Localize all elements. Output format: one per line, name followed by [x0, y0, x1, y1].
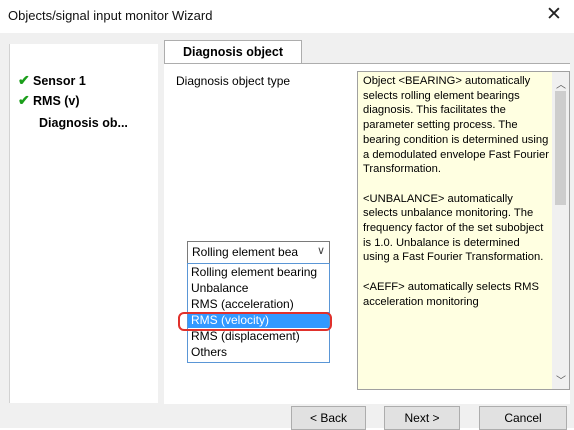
help-scrollbar[interactable]: ︿ ﹀ — [552, 72, 569, 389]
tab-diagnosis-object[interactable]: Diagnosis object — [164, 40, 302, 64]
check-icon: ✔ — [18, 72, 30, 88]
step-rms[interactable]: ✔ RMS (v) — [18, 92, 80, 110]
wizard-steps: ✔ Sensor 1 ✔ RMS (v) Diagnosis ob... — [9, 44, 158, 403]
option-others[interactable]: Others — [188, 344, 329, 360]
option-rolling-element-bearing[interactable]: Rolling element bearing — [188, 264, 329, 280]
help-textbox: Object <BEARING> automatically selects r… — [357, 71, 570, 390]
check-icon: ✔ — [18, 92, 30, 108]
option-unbalance[interactable]: Unbalance — [188, 280, 329, 296]
next-button[interactable]: Next > — [384, 406, 460, 430]
cancel-button[interactable]: Cancel — [479, 406, 567, 430]
step-label: Diagnosis ob... — [39, 116, 128, 130]
step-diagnosis-object[interactable]: Diagnosis ob... — [39, 116, 128, 134]
diagnosis-object-panel: Diagnosis object type Rolling element be… — [164, 63, 570, 404]
chevron-down-icon[interactable]: ∨ — [317, 244, 325, 257]
close-icon[interactable]: ✕ — [546, 5, 562, 25]
step-label: Sensor 1 — [33, 74, 86, 88]
selection-highlight-annotation — [178, 312, 332, 331]
back-button[interactable]: < Back — [291, 406, 366, 430]
scroll-up-icon[interactable]: ︿ — [556, 76, 566, 91]
option-rms-acceleration[interactable]: RMS (acceleration) — [188, 296, 329, 312]
window-title: Objects/signal input monitor Wizard — [8, 8, 213, 23]
diagnosis-object-type-combo[interactable]: Rolling element bea ∨ — [187, 241, 330, 264]
help-text: Object <BEARING> automatically selects r… — [363, 75, 549, 308]
step-sensor[interactable]: ✔ Sensor 1 — [18, 72, 86, 90]
scrollbar-thumb[interactable] — [555, 91, 566, 205]
scroll-down-icon[interactable]: ﹀ — [556, 372, 566, 387]
title-bar: Objects/signal input monitor Wizard ✕ — [0, 0, 574, 33]
wizard-body: ✔ Sensor 1 ✔ RMS (v) Diagnosis ob... Diagn… — [0, 33, 574, 430]
combo-value: Rolling element bea — [192, 245, 299, 259]
diagnosis-object-type-label: Diagnosis object type — [176, 74, 291, 88]
step-label: RMS (v) — [33, 94, 80, 108]
